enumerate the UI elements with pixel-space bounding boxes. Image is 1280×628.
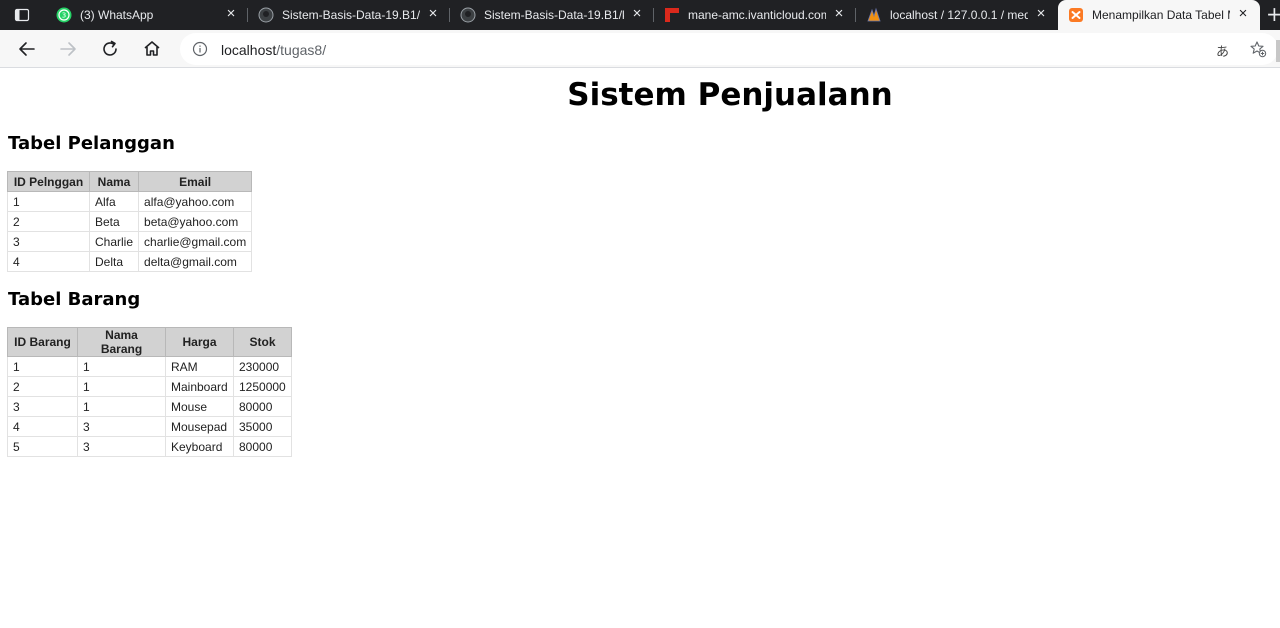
phpmyadmin-icon bbox=[867, 7, 881, 22]
table-cell: 2 bbox=[7, 376, 78, 397]
table-cell: 1 bbox=[7, 191, 90, 212]
table-cell: Alfa bbox=[88, 191, 140, 212]
browser-toolbar: localhost/tugas8/ あ bbox=[0, 30, 1280, 68]
table-cell: 4 bbox=[7, 251, 90, 272]
table-header-row: ID Pelnggan Nama Email bbox=[7, 171, 253, 192]
table-cell: 1 bbox=[77, 396, 166, 417]
site-info-icon[interactable] bbox=[192, 41, 208, 57]
table-cell: 3 bbox=[7, 396, 78, 417]
table-cell: alfa@yahoo.com bbox=[138, 191, 253, 212]
table-row: 3 1 Mouse 80000 bbox=[7, 396, 292, 417]
table-cell: Delta bbox=[88, 251, 140, 272]
tab-close-icon[interactable]: × bbox=[1236, 6, 1250, 22]
forward-icon[interactable] bbox=[57, 38, 79, 60]
table-cell: 1250000 bbox=[233, 376, 292, 397]
table-cell: RAM bbox=[165, 356, 234, 377]
new-tab-button[interactable]: + bbox=[1266, 4, 1280, 24]
tab-close-icon[interactable]: × bbox=[630, 6, 644, 22]
table-row: 4 3 Mousepad 35000 bbox=[7, 416, 292, 437]
table-row: 4 Delta delta@gmail.com bbox=[7, 251, 253, 272]
table-cell: 80000 bbox=[233, 396, 292, 417]
table-cell: delta@gmail.com bbox=[138, 251, 253, 272]
table-cell: Mousepad bbox=[165, 416, 234, 437]
tab-title: (3) WhatsApp bbox=[80, 8, 154, 22]
table-cell: 230000 bbox=[233, 356, 292, 377]
table-cell: 80000 bbox=[233, 436, 292, 457]
table-cell: 3 bbox=[7, 231, 90, 252]
table-cell: 5 bbox=[7, 436, 78, 457]
tab-phpmyadmin[interactable]: localhost / 127.0.0.1 / meditra × bbox=[856, 0, 1058, 30]
refresh-icon[interactable] bbox=[99, 38, 121, 60]
add-favorite-icon[interactable] bbox=[1249, 40, 1267, 58]
column-header: ID Barang bbox=[7, 327, 78, 357]
table-cell: Mainboard bbox=[165, 376, 234, 397]
table-cell: 4 bbox=[7, 416, 78, 437]
ivanti-icon bbox=[665, 8, 679, 22]
page-content: Sistem Penjualann Tabel Pelanggan ID Pel… bbox=[0, 69, 1280, 628]
table-row: 3 Charlie charlie@gmail.com bbox=[7, 231, 253, 252]
github-icon bbox=[258, 7, 274, 23]
barang-heading: Tabel Barang bbox=[8, 289, 141, 310]
github-icon bbox=[460, 7, 476, 23]
column-header: ID Pelnggan bbox=[7, 171, 90, 192]
address-bar[interactable]: localhost/tugas8/ あ bbox=[180, 33, 1278, 65]
back-icon[interactable] bbox=[16, 38, 38, 60]
table-header-row: ID Barang Nama Barang Harga Stok bbox=[7, 327, 292, 357]
table-row: 1 Alfa alfa@yahoo.com bbox=[7, 191, 253, 212]
tab-actions-icon[interactable] bbox=[14, 7, 30, 23]
table-cell: Mouse bbox=[165, 396, 234, 417]
table-cell: 3 bbox=[77, 436, 166, 457]
column-header: Nama bbox=[88, 171, 140, 192]
table-cell: Beta bbox=[88, 211, 140, 232]
tab-github-index[interactable]: Sistem-Basis-Data-19.B1/inde × bbox=[248, 0, 450, 30]
xampp-icon bbox=[1069, 8, 1083, 22]
pelanggan-heading: Tabel Pelanggan bbox=[8, 133, 175, 154]
tab-menampilkan-data[interactable]: Menampilkan Data Tabel Mys × bbox=[1058, 0, 1260, 30]
tab-title: localhost / 127.0.0.1 / meditra bbox=[890, 8, 1028, 22]
tab-close-icon[interactable]: × bbox=[426, 6, 440, 22]
table-cell: 1 bbox=[77, 376, 166, 397]
tab-title: mane-amc.ivanticloud.com/#/c bbox=[688, 8, 826, 22]
table-cell: 35000 bbox=[233, 416, 292, 437]
table-cell: 2 bbox=[7, 211, 90, 232]
url-host: localhost bbox=[221, 42, 277, 58]
table-row: 1 1 RAM 230000 bbox=[7, 356, 292, 377]
tab-github-koneksi[interactable]: Sistem-Basis-Data-19.B1/kone × bbox=[450, 0, 654, 30]
table-cell: charlie@gmail.com bbox=[138, 231, 253, 252]
table-cell: Keyboard bbox=[165, 436, 234, 457]
table-cell: beta@yahoo.com bbox=[138, 211, 253, 232]
tab-close-icon[interactable]: × bbox=[1034, 6, 1048, 22]
barang-table: ID Barang Nama Barang Harga Stok 1 1 RAM… bbox=[7, 327, 292, 457]
tab-strip: 3 (3) WhatsApp × Sistem-Basis-Data-19.B1… bbox=[0, 0, 1280, 30]
column-header: Stok bbox=[233, 327, 292, 357]
tab-title: Menampilkan Data Tabel Mys bbox=[1092, 8, 1230, 22]
tab-title: Sistem-Basis-Data-19.B1/kone bbox=[484, 8, 624, 22]
table-cell: Charlie bbox=[88, 231, 140, 252]
table-cell: 1 bbox=[77, 356, 166, 377]
url-path: /tugas8/ bbox=[276, 42, 327, 58]
tab-close-icon[interactable]: × bbox=[832, 6, 846, 22]
tab-title: Sistem-Basis-Data-19.B1/inde bbox=[282, 8, 420, 22]
column-header: Nama Barang bbox=[77, 327, 166, 357]
url-text[interactable]: localhost/tugas8/ bbox=[221, 42, 326, 58]
table-row: 2 1 Mainboard 1250000 bbox=[7, 376, 292, 397]
whatsapp-icon: 3 bbox=[56, 7, 72, 23]
tab-ivanti[interactable]: mane-amc.ivanticloud.com/#/c × bbox=[654, 0, 856, 30]
table-cell: 1 bbox=[7, 356, 78, 377]
column-header: Email bbox=[138, 171, 253, 192]
home-icon[interactable] bbox=[141, 38, 163, 60]
table-row: 5 3 Keyboard 80000 bbox=[7, 436, 292, 457]
tab-close-icon[interactable]: × bbox=[224, 6, 238, 22]
table-row: 2 Beta beta@yahoo.com bbox=[7, 211, 253, 232]
pelanggan-table: ID Pelnggan Nama Email 1 Alfa alfa@yahoo… bbox=[7, 171, 253, 272]
tab-whatsapp[interactable]: 3 (3) WhatsApp × bbox=[46, 0, 248, 30]
translate-icon[interactable]: あ bbox=[1216, 41, 1229, 60]
column-header: Harga bbox=[165, 327, 234, 357]
svg-text:3: 3 bbox=[62, 12, 66, 20]
table-cell: 3 bbox=[77, 416, 166, 437]
scrollbar[interactable] bbox=[1276, 40, 1280, 62]
page-title: Sistem Penjualann bbox=[567, 77, 893, 113]
